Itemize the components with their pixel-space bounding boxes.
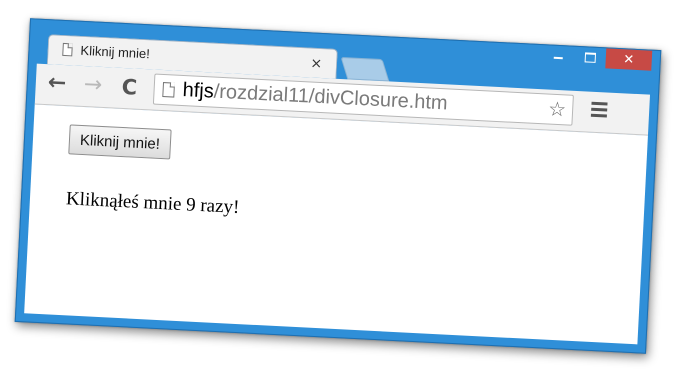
menu-icon[interactable] [590,100,610,119]
bookmark-star-icon[interactable]: ☆ [545,96,567,122]
new-tab-button[interactable] [340,56,390,82]
page-content: Kliknij mnie! Kliknąłeś mnie 9 razy! [24,104,648,345]
back-arrow-icon[interactable]: ← [47,70,67,97]
window-caption-buttons: ✕ [541,45,653,73]
tab-title: Kliknij mnie! [80,42,151,62]
menu-icon-bar [591,101,608,106]
minimize-button[interactable] [541,45,574,67]
minimize-icon [553,56,563,60]
maximize-icon [584,52,596,63]
close-icon: ✕ [622,51,635,68]
close-window-button[interactable]: ✕ [605,48,653,71]
maximize-button[interactable] [573,47,606,69]
page-icon [162,82,176,98]
url-path: /rozdzial11/divClosure.htm [213,80,449,115]
forward-arrow-icon[interactable]: → [83,72,103,99]
url-text[interactable]: hfjs/rozdzial11/divClosure.htm [182,79,448,115]
menu-icon-bar [590,113,607,118]
menu-icon-bar [591,107,608,112]
browser-window: ✕ Kliknij mnie! × ← → C hfjs/rozdzial11/… [14,18,662,354]
tab-close-icon[interactable]: × [310,55,323,72]
click-count-text: Kliknąłeś mnie 9 razy! [65,188,240,219]
url-host: hfjs [182,79,215,103]
screenshot-stage: ✕ Kliknij mnie! × ← → C hfjs/rozdzial11/… [0,0,679,375]
page-icon [62,42,73,57]
kliknij-mnie-button[interactable]: Kliknij mnie! [68,124,172,160]
reload-icon[interactable]: C [121,74,138,101]
